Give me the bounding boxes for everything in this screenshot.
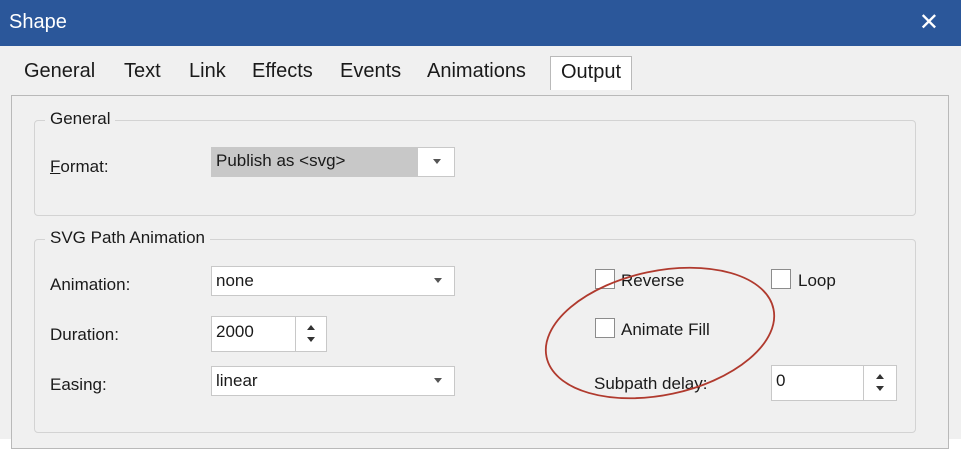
animation-label: Animation: (50, 275, 131, 294)
format-label: Format: (50, 157, 109, 176)
duration-label: Duration: (50, 325, 119, 344)
loop-label[interactable]: Loop (798, 271, 836, 291)
spin-up-icon[interactable] (307, 325, 315, 330)
spin-up-icon[interactable] (876, 374, 884, 379)
subpath-delay-stepper[interactable]: 0 (771, 365, 897, 401)
reverse-label[interactable]: Reverse (621, 271, 684, 291)
chevron-down-icon (434, 278, 442, 283)
animate-fill-label[interactable]: Animate Fill (621, 320, 710, 340)
duration-stepper[interactable]: 2000 (211, 316, 327, 352)
animation-select[interactable]: none (211, 266, 455, 296)
duration-stepper-buttons[interactable] (295, 317, 326, 351)
dialog-client-area: General Text Link Effects Events Animati… (0, 46, 961, 449)
duration-value: 2000 (216, 322, 254, 341)
spin-down-icon[interactable] (876, 386, 884, 391)
tab-events[interactable]: Events (340, 60, 401, 83)
subpath-delay-stepper-buttons[interactable] (863, 366, 896, 400)
chevron-down-icon (434, 378, 442, 383)
tab-effects[interactable]: Effects (252, 60, 313, 83)
svg-path-animation-group: SVG Path Animation Animation: none Durat… (34, 228, 916, 433)
format-select-value: Publish as <svg> (216, 151, 346, 170)
window-title: Shape (9, 11, 67, 33)
subpath-delay-label: Subpath delay: (594, 374, 708, 393)
close-icon[interactable]: ✕ (919, 8, 939, 37)
svg-group-legend: SVG Path Animation (45, 228, 210, 248)
output-tab-panel: General Format: Publish as <svg> SVG Pat… (11, 95, 949, 449)
reverse-checkbox[interactable] (595, 269, 615, 289)
animate-fill-checkbox[interactable] (595, 318, 615, 338)
easing-select[interactable]: linear (211, 366, 455, 396)
loop-checkbox[interactable] (771, 269, 791, 289)
subpath-delay-value: 0 (776, 371, 786, 390)
spin-down-icon[interactable] (307, 337, 315, 342)
title-bar: Shape ✕ (0, 0, 961, 46)
general-group-legend: General (45, 109, 116, 129)
animation-select-value: none (216, 271, 254, 290)
easing-label: Easing: (50, 375, 107, 394)
tab-link[interactable]: Link (189, 60, 226, 83)
tab-animations[interactable]: Animations (427, 60, 526, 83)
format-select[interactable]: Publish as <svg> (211, 147, 455, 177)
general-group: General Format: Publish as <svg> (34, 109, 916, 216)
tab-general[interactable]: General (24, 60, 95, 83)
easing-select-value: linear (216, 371, 258, 390)
chevron-down-icon (433, 159, 441, 164)
tab-text[interactable]: Text (124, 60, 161, 83)
tab-output[interactable]: Output (550, 56, 633, 90)
